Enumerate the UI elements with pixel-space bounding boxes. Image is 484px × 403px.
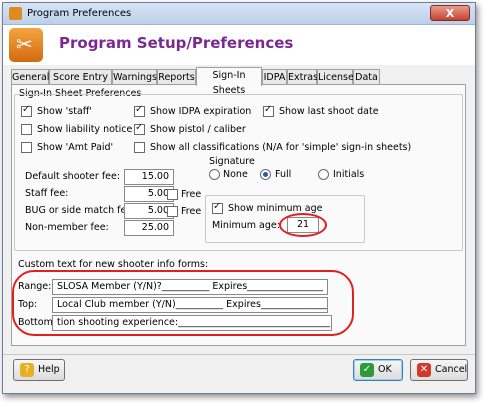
ok-label: OK <box>378 364 392 375</box>
show-pistol-caliber-checkbox[interactable] <box>134 122 145 135</box>
range-label: Range: <box>18 281 52 292</box>
range-text-input[interactable]: SLOSA Member (Y/N)?__________ Expires___… <box>52 279 328 295</box>
bottom-text-input[interactable]: tion shooting experience:_______________… <box>52 315 332 331</box>
window-title: Program Preferences <box>27 8 132 19</box>
show-liability-notice-checkbox[interactable] <box>21 124 32 135</box>
bottom-label: Bottom: <box>18 317 57 328</box>
nonmember-fee-input[interactable]: 25.00 <box>124 220 174 236</box>
cancel-button[interactable]: ✕ Cancel <box>410 359 468 381</box>
custom-text-label: Custom text for new shooter info forms: <box>18 259 209 270</box>
top-text-input[interactable]: Local Club member (Y/N)__________ Expire… <box>52 297 328 313</box>
signature-none-label: None <box>223 169 248 180</box>
page-header: ✂ Program Setup/Preferences <box>3 25 475 65</box>
signature-initials-radio[interactable] <box>318 169 329 180</box>
page-title: Program Setup/Preferences <box>59 34 294 52</box>
staff-fee-label: Staff fee: <box>25 188 69 199</box>
show-all-classifications-checkbox[interactable] <box>134 142 145 153</box>
footer-divider <box>3 354 475 355</box>
tab-sign-in-sheets[interactable]: Sign-In Sheets <box>196 67 262 96</box>
check-icon: ✓ <box>360 363 374 377</box>
show-pistol-caliber-label: Show pistol / caliber <box>150 124 246 135</box>
minimum-age-label: Minimum age: <box>212 220 280 231</box>
top-label: Top: <box>18 299 38 310</box>
title-bar: Program Preferences X <box>3 3 475 25</box>
tools-icon: ✂ <box>9 28 43 62</box>
tab-idpa[interactable]: IDPA <box>262 69 287 84</box>
help-button[interactable]: ? Help <box>13 359 65 381</box>
tab-extras[interactable]: Extras <box>287 69 318 84</box>
bug-free-checkbox[interactable] <box>167 206 178 217</box>
tab-reports[interactable]: Reports <box>157 69 196 84</box>
bug-fee-label: BUG or side match fee: <box>25 205 136 216</box>
show-idpa-expiration-label: Show IDPA expiration <box>150 106 252 117</box>
help-label: Help <box>38 364 60 375</box>
nonmember-fee-label: Non-member fee: <box>25 222 109 233</box>
cancel-icon: ✕ <box>417 363 431 377</box>
default-fee-input[interactable]: 15.00 <box>124 169 174 185</box>
tab-data[interactable]: Data <box>353 69 380 84</box>
preferences-window: Program Preferences X ✂ Program Setup/Pr… <box>2 2 476 394</box>
bug-free-label: Free <box>181 206 202 217</box>
close-button[interactable]: X <box>430 5 470 21</box>
tab-license[interactable]: License <box>317 69 354 84</box>
show-staff-checkbox[interactable] <box>21 104 32 117</box>
staff-free-label: Free <box>181 189 202 200</box>
tab-score-entry[interactable]: Score Entry <box>49 69 112 84</box>
help-icon: ? <box>20 363 34 377</box>
show-liability-notice-label: Show liability notice <box>37 124 133 135</box>
cancel-label: Cancel <box>435 364 468 375</box>
show-amt-paid-label: Show 'Amt Paid' <box>37 142 114 153</box>
sign-in-sheets-panel: Sign-In Sheet Preferences Show 'staff' S… <box>11 84 466 346</box>
app-icon <box>9 7 22 20</box>
signature-full-label: Full <box>275 169 292 180</box>
show-last-shoot-date-label: Show last shoot date <box>279 106 379 117</box>
signature-initials-label: Initials <box>333 169 365 180</box>
staff-free-checkbox[interactable] <box>167 189 178 200</box>
default-fee-label: Default shooter fee: <box>25 171 121 182</box>
ok-button[interactable]: ✓ OK <box>353 359 403 381</box>
show-staff-label: Show 'staff' <box>37 106 92 117</box>
minimum-age-input[interactable]: 21 <box>287 217 319 233</box>
tab-warnings[interactable]: Warnings <box>112 69 157 84</box>
show-last-shoot-date-checkbox[interactable] <box>263 104 274 117</box>
show-amt-paid-checkbox[interactable] <box>21 142 32 153</box>
show-minimum-age-checkbox[interactable] <box>212 201 223 214</box>
signature-none-radio[interactable] <box>209 169 220 180</box>
show-all-classifications-label: Show all classifications (N/A for 'simpl… <box>150 142 412 153</box>
signature-full-radio[interactable] <box>260 169 271 180</box>
signature-label: Signature <box>209 156 255 167</box>
show-idpa-expiration-checkbox[interactable] <box>134 104 145 117</box>
tab-general[interactable]: General <box>11 69 49 84</box>
show-minimum-age-label: Show minimum age <box>228 203 323 214</box>
